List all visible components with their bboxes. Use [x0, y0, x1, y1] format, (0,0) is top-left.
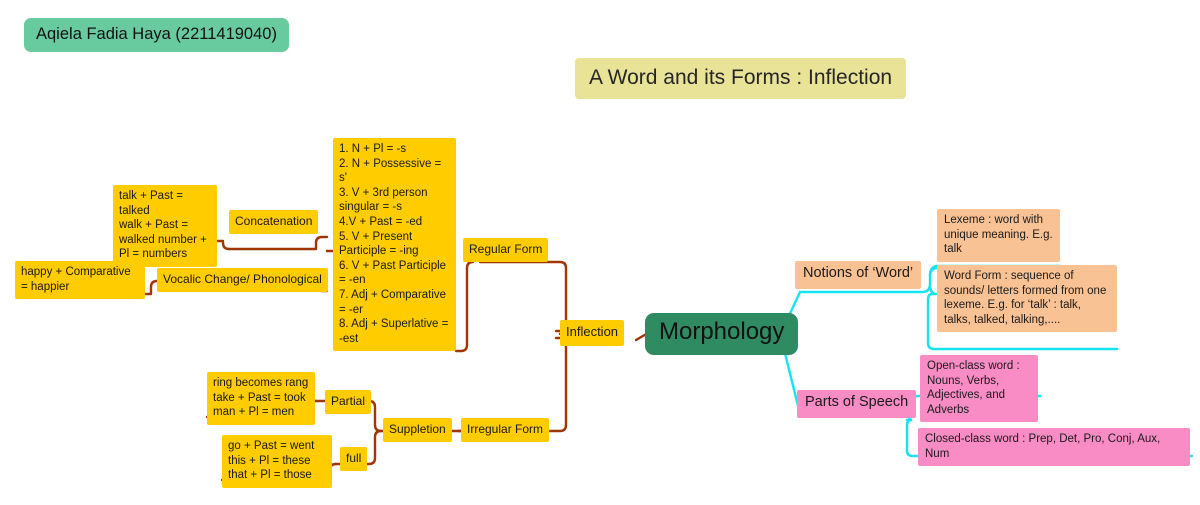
wire-inflection-trunk — [478, 260, 568, 333]
node-vocalic-change-examples[interactable]: happy + Comparative = happier — [15, 261, 145, 300]
node-partial-examples[interactable]: ring becomes rang take + Past = took man… — [207, 372, 315, 425]
node-partial[interactable]: Partial — [325, 390, 372, 415]
node-concatenation[interactable]: Concatenation — [229, 210, 319, 235]
node-parts-of-speech[interactable]: Parts of Speech — [797, 390, 917, 418]
wire-to-concatenation — [227, 235, 329, 251]
wire-vocalic-to-examples — [143, 279, 159, 296]
node-full[interactable]: full — [340, 447, 368, 472]
node-irregular-form[interactable]: Irregular Form — [461, 418, 550, 443]
central-node-morphology[interactable]: Morphology — [645, 313, 799, 356]
node-vocalic-change[interactable]: Vocalic Change/ Phonological — [157, 268, 328, 293]
mindmap-canvas: Aqiela Fadia Haya (2211419040) A Word an… — [0, 0, 1200, 505]
node-closed-class-word[interactable]: Closed-class word : Prep, Det, Pro, Conj… — [918, 428, 1190, 467]
node-inflection[interactable]: Inflection — [560, 320, 625, 346]
wire-regularform-to-rules — [454, 260, 475, 353]
node-open-class-word[interactable]: Open-class word : Nouns, Verbs, Adjectiv… — [920, 355, 1038, 423]
node-regular-form[interactable]: Regular Form — [463, 238, 549, 263]
node-regular-form-rules[interactable]: 1. N + Pl = -s 2. N + Possessive = s' 3.… — [333, 138, 456, 352]
node-concatenation-examples[interactable]: talk + Past = talked walk + Past = walke… — [113, 185, 217, 267]
node-suppletion[interactable]: Suppletion — [383, 418, 452, 443]
node-full-examples[interactable]: go + Past = went this + Pl = these that … — [222, 435, 332, 488]
node-word-form[interactable]: Word Form : sequence of sounds/ letters … — [937, 265, 1117, 333]
page-title: A Word and its Forms : Inflection — [575, 58, 907, 100]
author-badge: Aqiela Fadia Haya (2211419040) — [24, 18, 289, 53]
node-lexeme[interactable]: Lexeme : word with unique meaning. E.g. … — [937, 209, 1060, 262]
wire-concat-to-examples — [213, 239, 231, 251]
node-notions-of-word[interactable]: Notions of ‘Word’ — [795, 261, 922, 289]
